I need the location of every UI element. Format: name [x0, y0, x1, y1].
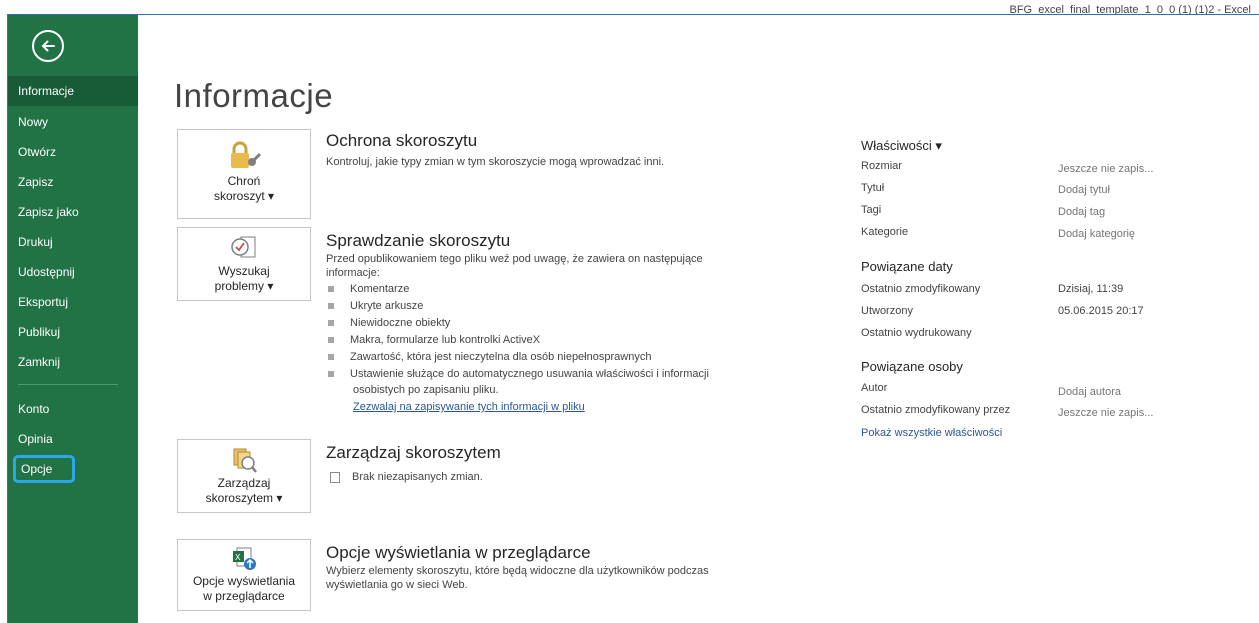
prop-value-last-modified-by: Jeszcze nie zapis...	[1058, 407, 1154, 419]
browser-desc-line2: wyświetlania go w sieci Web.	[326, 579, 468, 591]
nav-informacje[interactable]: Informacje	[8, 76, 138, 106]
prop-label-size: Rozmiar	[861, 160, 902, 172]
nav-udostepnij[interactable]: Udostępnij	[8, 257, 138, 287]
bullet-icon	[328, 320, 334, 327]
manage-desc: Brak niezapisanych zmian.	[352, 471, 483, 483]
list-item: Ukryte arkusze	[328, 300, 423, 312]
inspect-desc-line1: Przed opublikowaniem tego pliku weź pod …	[326, 253, 703, 265]
bullet-icon	[328, 354, 334, 361]
nav-otworz[interactable]: Otwórz	[8, 137, 138, 167]
manage-title: Zarządzaj skoroszytem	[326, 443, 501, 462]
properties-dropdown[interactable]: Właściwości ▾	[861, 138, 942, 154]
prop-label-author: Autor	[861, 382, 888, 394]
nav-konto[interactable]: Konto	[8, 394, 138, 424]
nav-publikuj[interactable]: Publikuj	[8, 317, 138, 347]
backstage-window: Informacje Nowy Otwórz Zapisz Zapisz jak…	[7, 14, 1259, 623]
back-arrow-icon	[41, 40, 55, 52]
prop-label-last-printed: Ostatnio wydrukowany	[861, 327, 972, 339]
allow-save-info-link[interactable]: Zezwalaj na zapisywanie tych informacji …	[353, 401, 585, 413]
list-item: Zawartość, która jest nieczytelna dla os…	[328, 351, 651, 363]
prop-value-tags[interactable]: Dodaj tag	[1058, 206, 1105, 218]
list-item: Ustawienie służące do automatycznego usu…	[328, 368, 709, 380]
prop-value-size: Jeszcze nie zapis...	[1058, 163, 1154, 175]
nav-opinia[interactable]: Opinia	[8, 424, 138, 454]
prop-label-title: Tytuł	[861, 182, 885, 194]
inspect-document-icon	[231, 236, 256, 258]
browser-view-button-label: Opcje wyświetlania w przeglądarce	[192, 574, 296, 603]
list-item-continuation: osobistych po zapisaniu pliku.	[353, 384, 499, 396]
bullet-icon	[328, 337, 334, 344]
inspect-title: Sprawdzanie skoroszytu	[326, 231, 511, 250]
nav-zamknij[interactable]: Zamknij	[8, 347, 138, 377]
bullet-icon	[328, 303, 334, 310]
backstage-sidebar: Informacje Nowy Otwórz Zapisz Zapisz jak…	[8, 15, 138, 623]
prop-label-tags: Tagi	[861, 204, 882, 216]
nav-zapisz[interactable]: Zapisz	[8, 167, 138, 197]
nav-drukuj[interactable]: Drukuj	[8, 227, 138, 257]
sidebar-divider	[18, 384, 118, 385]
page-title: Informacje	[174, 77, 334, 114]
manage-desc-row: Brak niezapisanych zmian.	[330, 470, 483, 484]
related-people-heading: Powiązane osoby	[861, 359, 963, 374]
list-item: Komentarze	[328, 283, 409, 295]
back-button[interactable]	[32, 30, 64, 62]
prop-value-last-modified: Dzisiaj, 11:39	[1058, 283, 1124, 295]
browser-view-options-button[interactable]: X Opcje wyświetlania w przeglądarce	[177, 539, 311, 611]
manage-workbook-button-label: Zarządzaj skoroszytem ▾	[205, 476, 283, 505]
prop-label-last-modified: Ostatnio zmodyfikowany	[861, 283, 981, 295]
protect-title: Ochrona skoroszytu	[326, 131, 478, 150]
protect-button-label: Chroń skoroszyt ▾	[213, 174, 275, 203]
check-issues-button-label: Wyszukaj problemy ▾	[214, 264, 274, 293]
bullet-icon	[328, 286, 334, 293]
protect-workbook-button[interactable]: Chroń skoroszyt ▾	[177, 129, 311, 219]
protect-desc: Kontroluj, jakie typy zmian w tym skoros…	[326, 156, 665, 168]
inspect-desc-line2: informacje:	[326, 267, 380, 279]
bullet-icon	[328, 371, 334, 378]
check-issues-button[interactable]: Wyszukaj problemy ▾	[177, 227, 311, 301]
show-all-properties-link[interactable]: Pokaż wszystkie właściwości	[861, 427, 1002, 439]
related-dates-heading: Powiązane daty	[861, 259, 953, 274]
nav-opcje[interactable]: Opcje	[13, 455, 75, 483]
prop-value-category[interactable]: Dodaj kategorię	[1058, 228, 1135, 240]
prop-value-title[interactable]: Dodaj tytuł	[1058, 184, 1110, 196]
prop-label-last-modified-by: Ostatnio zmodyfikowany przez	[861, 404, 1011, 416]
prop-value-author[interactable]: Dodaj autora	[1058, 386, 1121, 398]
browser-desc-line1: Wybierz elementy skoroszytu, które będą …	[326, 565, 709, 577]
svg-text:X: X	[235, 553, 241, 562]
manage-workbook-icon	[233, 448, 257, 473]
prop-label-created: Utworzony	[861, 305, 913, 317]
manage-workbook-button[interactable]: Zarządzaj skoroszytem ▾	[177, 439, 311, 513]
nav-zapisz-jako[interactable]: Zapisz jako	[8, 197, 138, 227]
browser-title: Opcje wyświetlania w przeglądarce	[326, 543, 591, 562]
excel-web-icon: X	[233, 547, 256, 570]
document-icon	[330, 471, 340, 483]
prop-value-created: 05.06.2015 20:17	[1058, 305, 1144, 317]
nav-eksportuj[interactable]: Eksportuj	[8, 287, 138, 317]
prop-label-category: Kategorie	[861, 226, 909, 238]
list-item: Niewidoczne obiekty	[328, 317, 450, 329]
list-item: Makra, formularze lub kontrolki ActiveX	[328, 334, 540, 346]
nav-nowy[interactable]: Nowy	[8, 107, 138, 137]
lock-key-icon	[231, 141, 261, 168]
